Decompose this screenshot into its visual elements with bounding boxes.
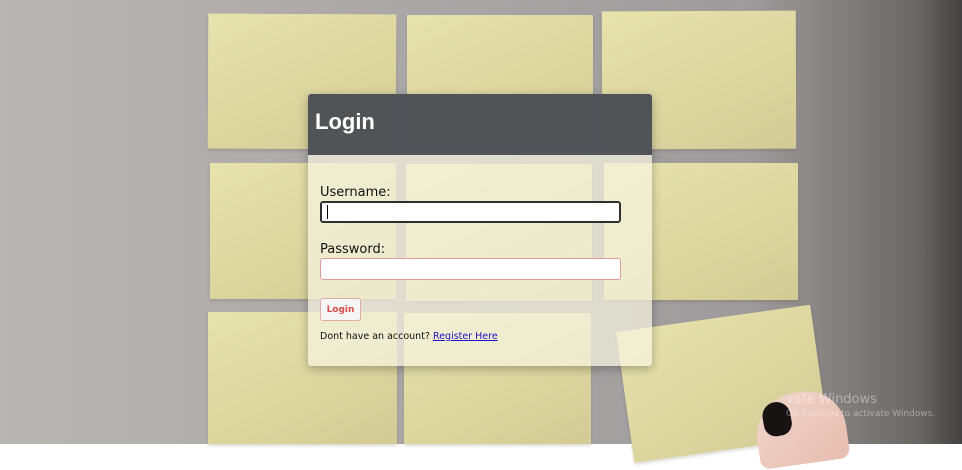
password-input[interactable] [320, 258, 621, 280]
text-cursor [327, 205, 328, 219]
account-prompt: Dont have an account? [320, 331, 430, 342]
register-link[interactable]: Register Here [433, 331, 498, 342]
username-input[interactable] [320, 201, 621, 223]
activation-watermark-message: Go Settings to activate Windows. [786, 409, 936, 419]
login-card: Login Username: Password: Login Dont hav… [308, 94, 652, 366]
activation-watermark-title: vate Windows [786, 392, 877, 407]
login-title: Login [315, 109, 375, 134]
login-button[interactable]: Login [320, 298, 361, 321]
password-label: Password: [320, 242, 386, 257]
activation-watermark: vate Windows Go Settings to activate Win… [786, 392, 935, 421]
wall-shadow [924, 0, 962, 444]
login-header: Login [308, 94, 652, 155]
username-label: Username: [320, 185, 391, 200]
register-prompt: Dont have an account? Register Here [320, 331, 498, 342]
